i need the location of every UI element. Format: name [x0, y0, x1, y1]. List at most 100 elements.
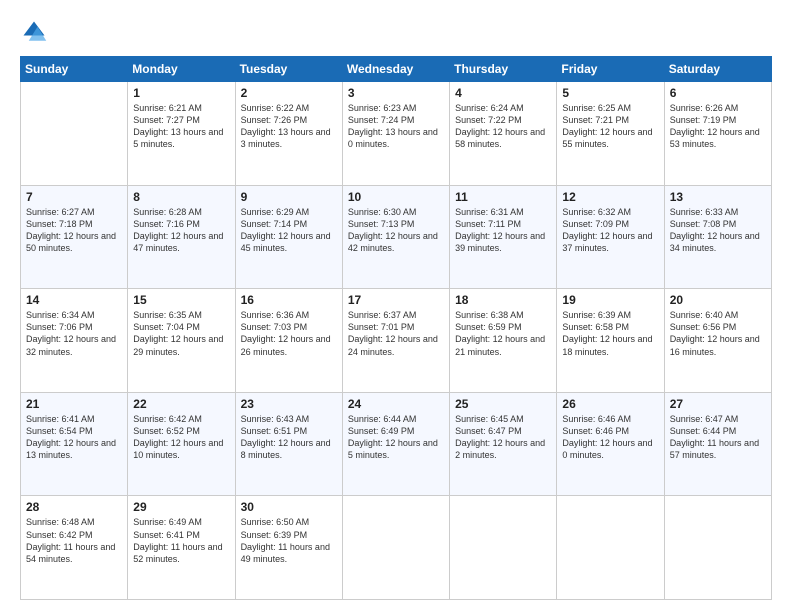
cell-info: Sunrise: 6:27 AMSunset: 7:18 PMDaylight:… — [26, 206, 122, 255]
calendar-cell: 4 Sunrise: 6:24 AMSunset: 7:22 PMDaylight… — [450, 82, 557, 186]
day-number: 18 — [455, 293, 551, 307]
calendar-cell: 10 Sunrise: 6:30 AMSunset: 7:13 PMDayligh… — [342, 185, 449, 289]
day-number: 2 — [241, 86, 337, 100]
cell-info: Sunrise: 6:50 AMSunset: 6:39 PMDaylight:… — [241, 516, 337, 565]
cell-info: Sunrise: 6:25 AMSunset: 7:21 PMDaylight:… — [562, 102, 658, 151]
cell-info: Sunrise: 6:28 AMSunset: 7:16 PMDaylight:… — [133, 206, 229, 255]
calendar-cell: 17 Sunrise: 6:37 AMSunset: 7:01 PMDayligh… — [342, 289, 449, 393]
col-header-sunday: Sunday — [21, 57, 128, 82]
calendar-cell: 26 Sunrise: 6:46 AMSunset: 6:46 PMDayligh… — [557, 392, 664, 496]
calendar-cell — [450, 496, 557, 600]
cell-info: Sunrise: 6:38 AMSunset: 6:59 PMDaylight:… — [455, 309, 551, 358]
cell-info: Sunrise: 6:34 AMSunset: 7:06 PMDaylight:… — [26, 309, 122, 358]
calendar-cell: 24 Sunrise: 6:44 AMSunset: 6:49 PMDayligh… — [342, 392, 449, 496]
day-number: 15 — [133, 293, 229, 307]
day-number: 7 — [26, 190, 122, 204]
calendar-cell: 29 Sunrise: 6:49 AMSunset: 6:41 PMDayligh… — [128, 496, 235, 600]
calendar-cell — [557, 496, 664, 600]
col-header-friday: Friday — [557, 57, 664, 82]
cell-info: Sunrise: 6:35 AMSunset: 7:04 PMDaylight:… — [133, 309, 229, 358]
day-number: 12 — [562, 190, 658, 204]
calendar-cell: 6Sunrise: 6:26 AMSunset: 7:19 PMDaylight… — [664, 82, 771, 186]
col-header-tuesday: Tuesday — [235, 57, 342, 82]
cell-info: Sunrise: 6:29 AMSunset: 7:14 PMDaylight:… — [241, 206, 337, 255]
calendar-cell: 27 Sunrise: 6:47 AMSunset: 6:44 PMDayligh… — [664, 392, 771, 496]
calendar-cell: 8Sunrise: 6:28 AMSunset: 7:16 PMDaylight… — [128, 185, 235, 289]
calendar-cell: 7 Sunrise: 6:27 AMSunset: 7:18 PMDaylight… — [21, 185, 128, 289]
day-number: 26 — [562, 397, 658, 411]
day-number: 29 — [133, 500, 229, 514]
cell-info: Sunrise: 6:37 AMSunset: 7:01 PMDaylight:… — [348, 309, 444, 358]
day-number: 5 — [562, 86, 658, 100]
calendar-cell: 25 Sunrise: 6:45 AMSunset: 6:47 PMDayligh… — [450, 392, 557, 496]
cell-info: Sunrise: 6:40 AMSunset: 6:56 PMDaylight:… — [670, 309, 766, 358]
cell-info: Sunrise: 6:49 AMSunset: 6:41 PMDaylight:… — [133, 516, 229, 565]
calendar-cell: 13 Sunrise: 6:33 AMSunset: 7:08 PMDayligh… — [664, 185, 771, 289]
calendar-cell: 23Sunrise: 6:43 AMSunset: 6:51 PMDayligh… — [235, 392, 342, 496]
calendar-cell — [664, 496, 771, 600]
day-number: 30 — [241, 500, 337, 514]
calendar-cell: 22 Sunrise: 6:42 AMSunset: 6:52 PMDayligh… — [128, 392, 235, 496]
cell-info: Sunrise: 6:42 AMSunset: 6:52 PMDaylight:… — [133, 413, 229, 462]
day-number: 14 — [26, 293, 122, 307]
calendar: SundayMondayTuesdayWednesdayThursdayFrid… — [20, 56, 772, 600]
calendar-cell: 18 Sunrise: 6:38 AMSunset: 6:59 PMDayligh… — [450, 289, 557, 393]
cell-info: Sunrise: 6:44 AMSunset: 6:49 PMDaylight:… — [348, 413, 444, 462]
cell-info: Sunrise: 6:43 AMSunset: 6:51 PMDaylight:… — [241, 413, 337, 462]
day-number: 4 — [455, 86, 551, 100]
day-number: 27 — [670, 397, 766, 411]
calendar-cell: 15 Sunrise: 6:35 AMSunset: 7:04 PMDayligh… — [128, 289, 235, 393]
cell-info: Sunrise: 6:39 AMSunset: 6:58 PMDaylight:… — [562, 309, 658, 358]
day-number: 22 — [133, 397, 229, 411]
calendar-cell: 20 Sunrise: 6:40 AMSunset: 6:56 PMDayligh… — [664, 289, 771, 393]
header — [20, 18, 772, 46]
day-number: 17 — [348, 293, 444, 307]
day-number: 28 — [26, 500, 122, 514]
calendar-cell: 21Sunrise: 6:41 AMSunset: 6:54 PMDayligh… — [21, 392, 128, 496]
col-header-thursday: Thursday — [450, 57, 557, 82]
calendar-cell: 3 Sunrise: 6:23 AMSunset: 7:24 PMDaylight… — [342, 82, 449, 186]
calendar-header-row: SundayMondayTuesdayWednesdayThursdayFrid… — [21, 57, 772, 82]
day-number: 10 — [348, 190, 444, 204]
cell-info: Sunrise: 6:21 AMSunset: 7:27 PMDaylight:… — [133, 102, 229, 151]
day-number: 3 — [348, 86, 444, 100]
cell-info: Sunrise: 6:47 AMSunset: 6:44 PMDaylight:… — [670, 413, 766, 462]
calendar-cell: 11 Sunrise: 6:31 AMSunset: 7:11 PMDayligh… — [450, 185, 557, 289]
day-number: 25 — [455, 397, 551, 411]
col-header-saturday: Saturday — [664, 57, 771, 82]
week-row-4: 28 Sunrise: 6:48 AMSunset: 6:42 PMDayligh… — [21, 496, 772, 600]
week-row-2: 14 Sunrise: 6:34 AMSunset: 7:06 PMDayligh… — [21, 289, 772, 393]
day-number: 9 — [241, 190, 337, 204]
col-header-monday: Monday — [128, 57, 235, 82]
calendar-cell — [21, 82, 128, 186]
calendar-cell: 12 Sunrise: 6:32 AMSunset: 7:09 PMDayligh… — [557, 185, 664, 289]
cell-info: Sunrise: 6:45 AMSunset: 6:47 PMDaylight:… — [455, 413, 551, 462]
day-number: 11 — [455, 190, 551, 204]
day-number: 24 — [348, 397, 444, 411]
cell-info: Sunrise: 6:48 AMSunset: 6:42 PMDaylight:… — [26, 516, 122, 565]
week-row-1: 7 Sunrise: 6:27 AMSunset: 7:18 PMDaylight… — [21, 185, 772, 289]
day-number: 19 — [562, 293, 658, 307]
cell-info: Sunrise: 6:32 AMSunset: 7:09 PMDaylight:… — [562, 206, 658, 255]
day-number: 20 — [670, 293, 766, 307]
day-number: 13 — [670, 190, 766, 204]
calendar-cell: 16Sunrise: 6:36 AMSunset: 7:03 PMDayligh… — [235, 289, 342, 393]
week-row-3: 21Sunrise: 6:41 AMSunset: 6:54 PMDayligh… — [21, 392, 772, 496]
calendar-cell: 19 Sunrise: 6:39 AMSunset: 6:58 PMDayligh… — [557, 289, 664, 393]
cell-info: Sunrise: 6:41 AMSunset: 6:54 PMDaylight:… — [26, 413, 122, 462]
cell-info: Sunrise: 6:31 AMSunset: 7:11 PMDaylight:… — [455, 206, 551, 255]
cell-info: Sunrise: 6:23 AMSunset: 7:24 PMDaylight:… — [348, 102, 444, 151]
calendar-cell: 2Sunrise: 6:22 AMSunset: 7:26 PMDaylight… — [235, 82, 342, 186]
calendar-cell: 9 Sunrise: 6:29 AMSunset: 7:14 PMDaylight… — [235, 185, 342, 289]
logo-icon — [20, 18, 48, 46]
cell-info: Sunrise: 6:33 AMSunset: 7:08 PMDaylight:… — [670, 206, 766, 255]
calendar-cell: 30 Sunrise: 6:50 AMSunset: 6:39 PMDayligh… — [235, 496, 342, 600]
cell-info: Sunrise: 6:24 AMSunset: 7:22 PMDaylight:… — [455, 102, 551, 151]
logo — [20, 18, 52, 46]
calendar-cell: 5 Sunrise: 6:25 AMSunset: 7:21 PMDaylight… — [557, 82, 664, 186]
calendar-cell: 14 Sunrise: 6:34 AMSunset: 7:06 PMDayligh… — [21, 289, 128, 393]
cell-info: Sunrise: 6:46 AMSunset: 6:46 PMDaylight:… — [562, 413, 658, 462]
col-header-wednesday: Wednesday — [342, 57, 449, 82]
calendar-cell: 28 Sunrise: 6:48 AMSunset: 6:42 PMDayligh… — [21, 496, 128, 600]
cell-info: Sunrise: 6:30 AMSunset: 7:13 PMDaylight:… — [348, 206, 444, 255]
